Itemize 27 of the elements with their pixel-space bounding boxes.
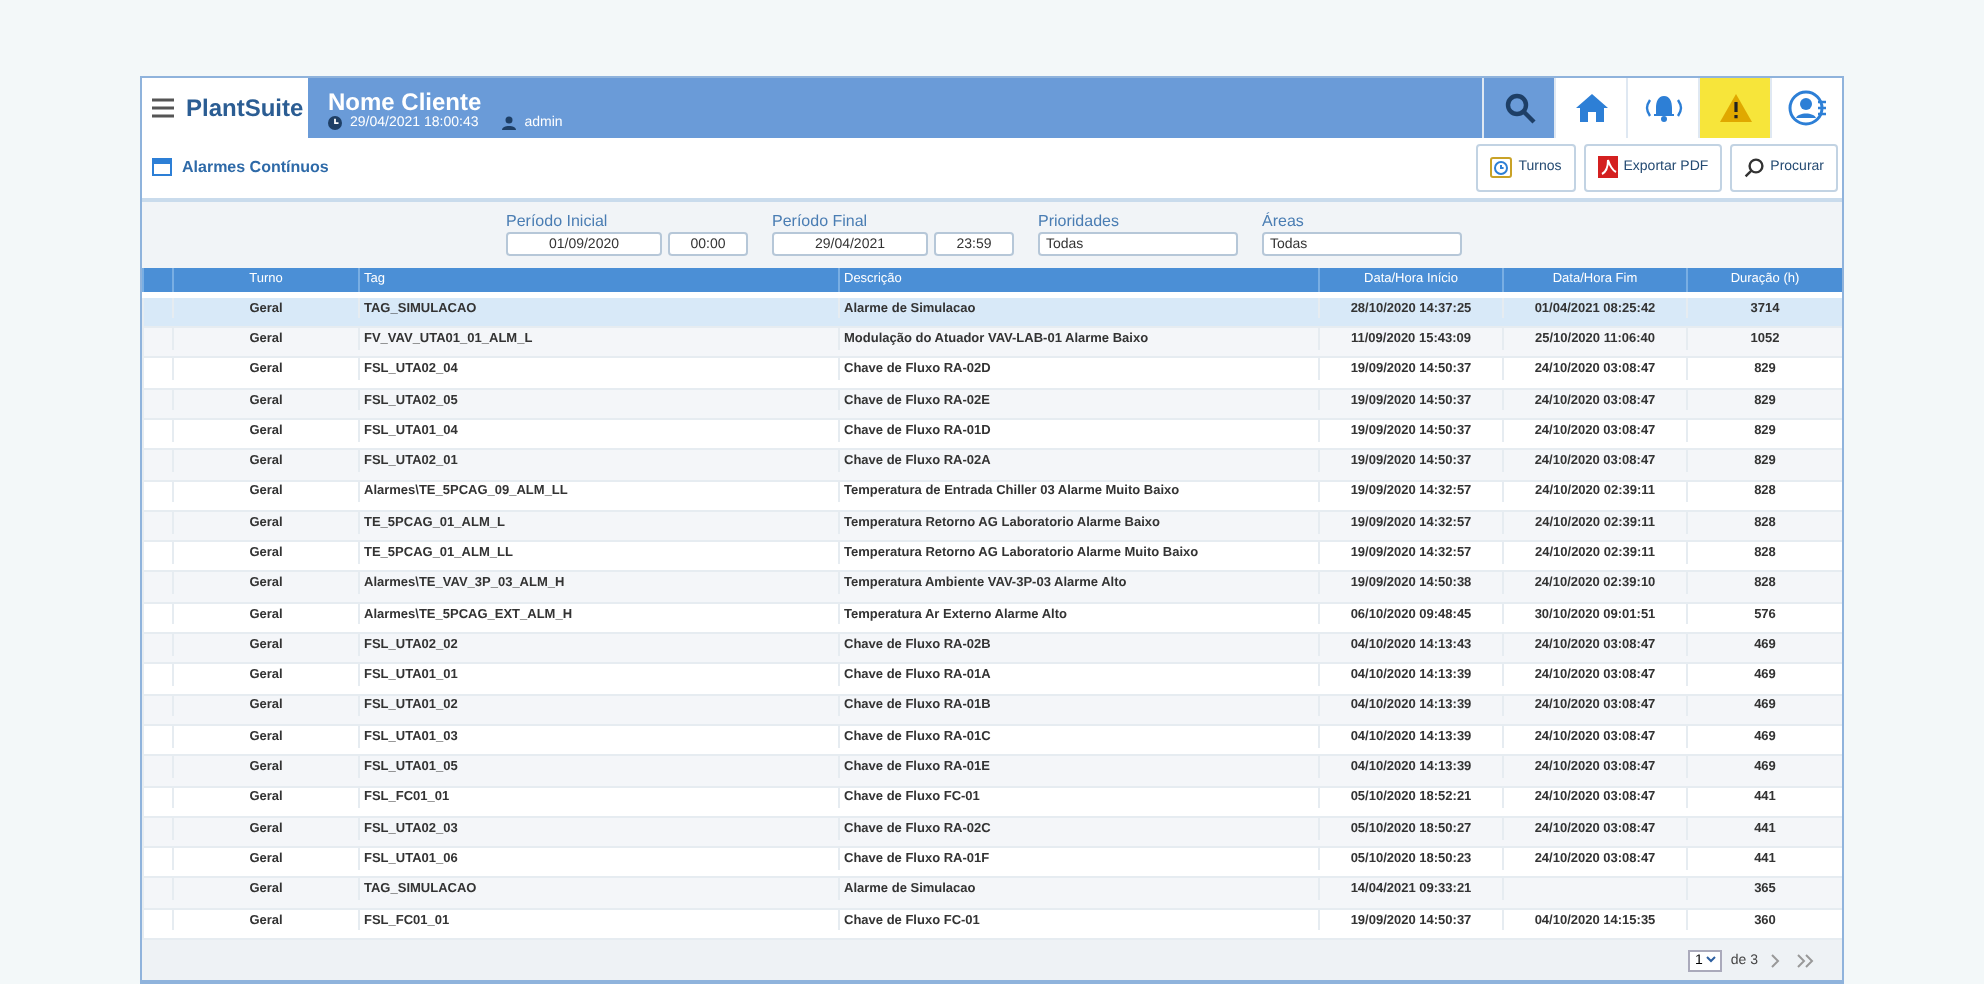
page-title: Alarmes Contínuos bbox=[182, 158, 331, 177]
search-icon bbox=[1744, 157, 1765, 178]
caret-icon bbox=[1706, 956, 1717, 965]
menu-icon[interactable] bbox=[152, 98, 174, 118]
person-icon bbox=[502, 115, 517, 129]
chevron-right-icon bbox=[1770, 953, 1780, 968]
clock-icon bbox=[328, 115, 342, 129]
warning-icon bbox=[1719, 94, 1751, 122]
brand-name: PlantSuite bbox=[186, 94, 304, 122]
double-chevron-right-icon bbox=[1796, 953, 1814, 968]
home-nav-button[interactable] bbox=[1554, 78, 1626, 138]
filter-label: Período Inicial bbox=[506, 212, 610, 231]
bell-icon bbox=[1643, 94, 1683, 122]
client-name: Nome Cliente bbox=[328, 87, 484, 115]
alarm-nav-button[interactable] bbox=[1626, 78, 1698, 138]
next-page-button[interactable] bbox=[1766, 953, 1784, 968]
user-icon bbox=[1787, 90, 1827, 126]
calendar-icon bbox=[152, 158, 172, 177]
user-nav-button[interactable] bbox=[1770, 78, 1842, 138]
filter-label: Prioridades bbox=[1038, 212, 1121, 231]
pdf-icon bbox=[1597, 156, 1618, 179]
last-page-button[interactable] bbox=[1792, 953, 1818, 968]
search-icon bbox=[1503, 92, 1535, 124]
filter-label: Período Final bbox=[772, 212, 870, 231]
filter-label: Áreas bbox=[1262, 212, 1306, 231]
home-icon bbox=[1575, 94, 1607, 122]
clock-icon bbox=[1490, 156, 1513, 179]
